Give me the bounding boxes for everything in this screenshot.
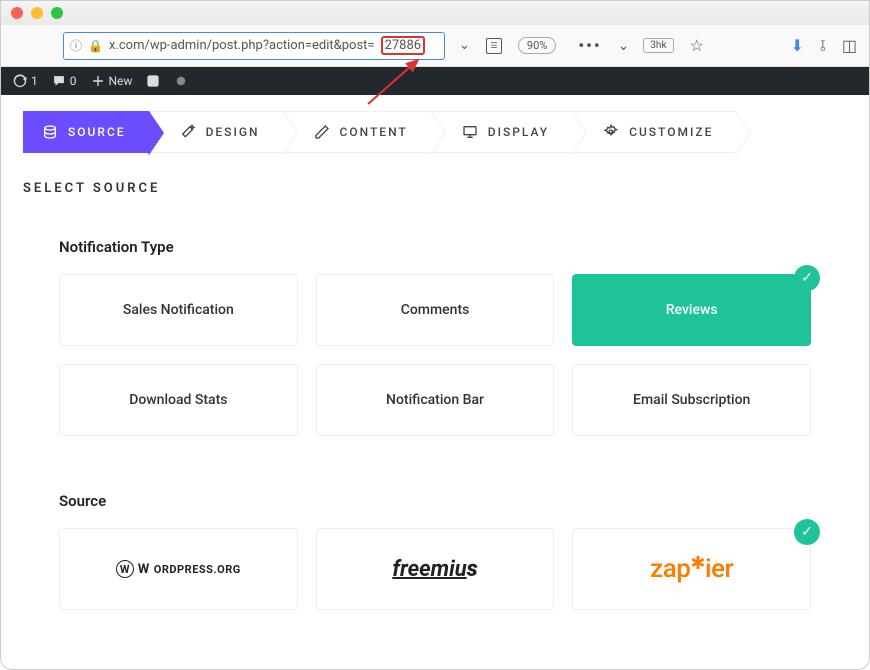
library-icon[interactable]: ⫱	[820, 36, 826, 56]
check-icon: ✓	[794, 519, 820, 545]
bookmark-star-icon[interactable]: ☆	[690, 36, 704, 55]
admin-comments[interactable]: 0	[52, 74, 77, 88]
pocket-icon[interactable]: ⌄	[618, 38, 630, 54]
browser-toolbar: ⓘ 🔒 x.com/wp-admin/post.php?action=edit&…	[1, 25, 869, 67]
url-bar[interactable]: ⓘ 🔒 x.com/wp-admin/post.php?action=edit&…	[63, 32, 445, 60]
url-text: x.com/wp-admin/post.php?action=edit&post…	[109, 38, 375, 53]
section-title: SELECT SOURCE	[23, 181, 847, 196]
main-content: SOURCE DESIGN CONTENT DISPLAY CUSTOMIZE …	[1, 95, 869, 644]
maximize-window-button[interactable]	[51, 7, 63, 19]
gear-icon	[603, 124, 619, 140]
more-actions-icon[interactable]: •••	[578, 36, 601, 55]
admin-yoast[interactable]	[146, 74, 160, 88]
highlighted-post-id: 27886	[381, 36, 426, 55]
source-title: Source	[59, 492, 811, 510]
refresh-icon	[13, 74, 27, 88]
step-design[interactable]: DESIGN	[149, 111, 283, 153]
card-sales-notification[interactable]: Sales Notification	[59, 274, 298, 346]
minimize-window-button[interactable]	[31, 7, 43, 19]
sidebar-icon[interactable]: ◫	[842, 36, 857, 55]
wordpress-logo: WWORDPRESS.ORG	[116, 560, 241, 578]
lock-icon: 🔒	[88, 39, 103, 53]
plus-icon	[91, 74, 105, 88]
wp-admin-bar: 1 0 New	[1, 67, 869, 95]
freemius-logo: freemius	[392, 557, 477, 582]
info-icon[interactable]: ⓘ	[70, 37, 82, 54]
download-icon[interactable]: ⬇	[791, 36, 804, 55]
comment-icon	[52, 74, 66, 88]
source-wordpress[interactable]: WWORDPRESS.ORG	[59, 528, 298, 610]
card-email-subscription[interactable]: Email Subscription	[572, 364, 811, 436]
stepper: SOURCE DESIGN CONTENT DISPLAY CUSTOMIZE	[23, 111, 847, 153]
notification-type-title: Notification Type	[59, 238, 811, 256]
admin-refresh[interactable]: 1	[13, 74, 38, 88]
monitor-icon	[462, 124, 478, 140]
card-download-stats[interactable]: Download Stats	[59, 364, 298, 436]
step-content[interactable]: CONTENT	[283, 111, 431, 153]
step-display[interactable]: DISPLAY	[431, 111, 572, 153]
pencil-icon	[314, 124, 330, 140]
yoast-icon	[146, 74, 160, 88]
zapier-logo: zap✱ier	[650, 554, 733, 584]
zoom-level[interactable]: 90%	[518, 37, 556, 54]
window-titlebar	[1, 1, 869, 25]
database-icon	[42, 124, 58, 140]
card-notification-bar[interactable]: Notification Bar	[316, 364, 555, 436]
admin-circle[interactable]	[174, 74, 188, 88]
card-comments[interactable]: Comments	[316, 274, 555, 346]
admin-new[interactable]: New	[91, 74, 133, 88]
check-icon: ✓	[794, 265, 820, 291]
source-zapier[interactable]: zap✱ier ✓	[572, 528, 811, 610]
close-window-button[interactable]	[11, 7, 23, 19]
circle-icon	[174, 74, 188, 88]
chevron-down-icon[interactable]: ⌄	[459, 38, 470, 53]
step-source[interactable]: SOURCE	[23, 111, 149, 153]
reader-mode-icon[interactable]: ☰	[486, 38, 502, 54]
source-freemius[interactable]: freemius	[316, 528, 555, 610]
card-reviews[interactable]: Reviews ✓	[572, 274, 811, 346]
toolbar-pill[interactable]: 3hk	[643, 38, 673, 53]
wand-icon	[180, 124, 196, 140]
step-customize[interactable]: CUSTOMIZE	[572, 111, 736, 153]
